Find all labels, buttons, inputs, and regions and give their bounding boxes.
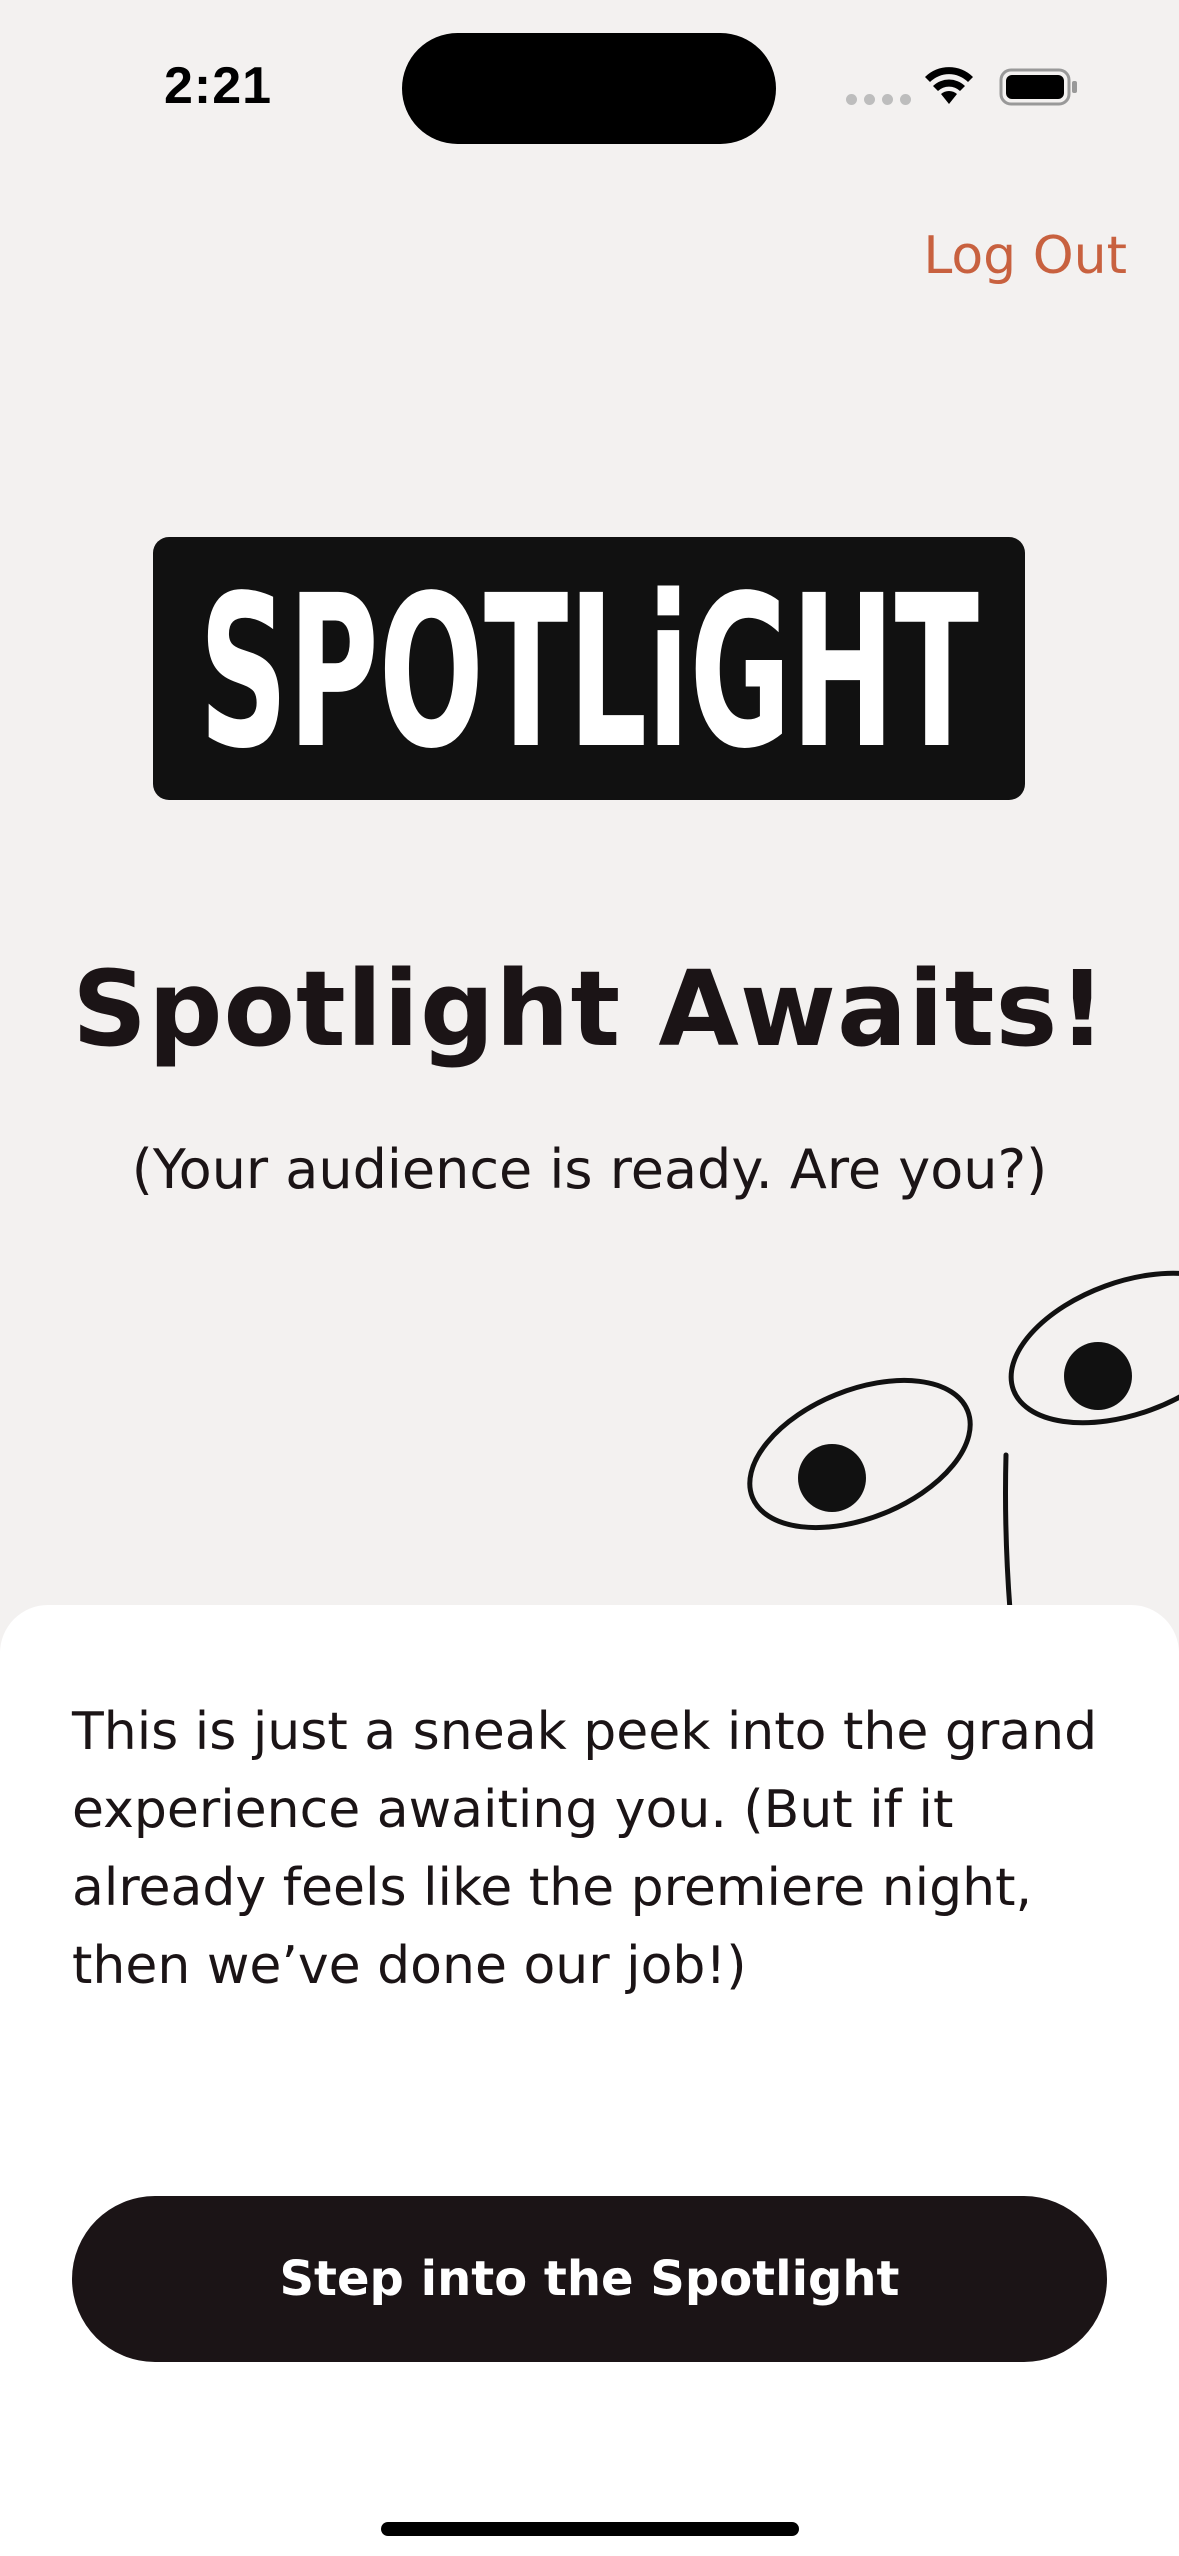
sheet-description: This is just a sneak peek into the grand… <box>72 1702 1098 1996</box>
home-indicator[interactable] <box>381 2522 799 2536</box>
wifi-icon <box>925 67 973 104</box>
logout-button[interactable]: Log Out <box>923 226 1127 286</box>
step-into-spotlight-button[interactable]: Step into the Spotlight <box>72 2196 1107 2362</box>
eyes-illustration <box>747 1270 1179 1613</box>
welcome-screen: 2:21 Log Out SPOTLiGHT Spotlight Awaits!… <box>0 0 1179 2556</box>
logo-text: SPOTLiGHT <box>199 550 979 795</box>
page-subtitle: (Your audience is ready. Are you?) <box>131 1138 1048 1201</box>
bottom-sheet: This is just a sneak peek into the grand… <box>0 1605 1179 2556</box>
battery-icon <box>999 68 1077 106</box>
spotlight-logo: SPOTLiGHT <box>153 537 1025 800</box>
cellular-signal-icon <box>846 94 911 105</box>
dynamic-island <box>402 33 776 144</box>
page-title: Spotlight Awaits! <box>72 948 1107 1070</box>
status-time: 2:21 <box>164 57 273 115</box>
